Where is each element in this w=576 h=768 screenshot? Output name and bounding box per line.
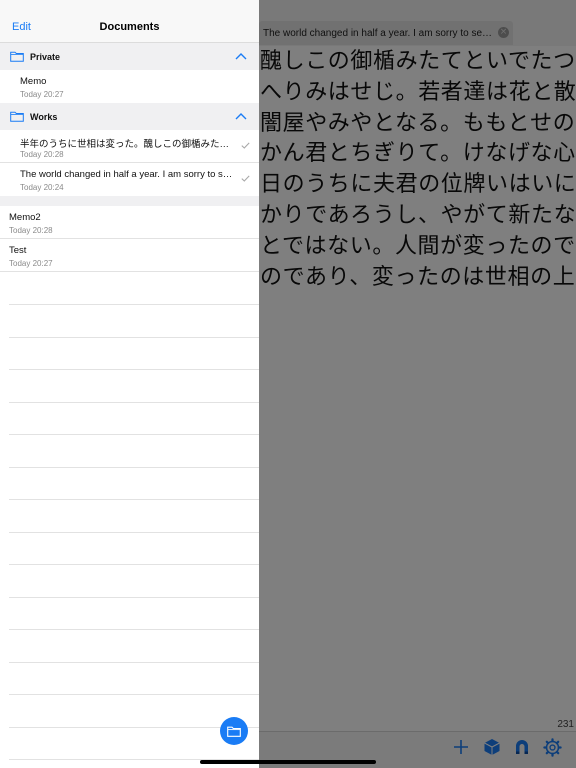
empty-row-divider	[9, 499, 259, 500]
empty-row-divider	[9, 369, 259, 370]
folder-icon	[10, 111, 24, 122]
folder-icon	[10, 51, 24, 62]
document-name: Memo2	[9, 212, 41, 223]
document-date: Today 20:28	[9, 226, 53, 235]
document-date: Today 20:27	[9, 259, 53, 268]
empty-row-divider	[9, 564, 259, 565]
group-name: Works	[30, 111, 58, 122]
chevron-up-icon[interactable]	[235, 112, 247, 120]
navigation-bar: Edit Documents	[0, 0, 259, 43]
empty-row-divider	[9, 402, 259, 403]
empty-row-divider	[9, 597, 259, 598]
document-item-memo2[interactable]: Memo2 Today 20:28	[0, 206, 259, 239]
group-header-works[interactable]: Works	[0, 103, 259, 130]
empty-row-divider	[9, 434, 259, 435]
empty-row-divider	[9, 662, 259, 663]
group-header-private[interactable]: Private	[0, 43, 259, 70]
empty-row-divider	[9, 629, 259, 630]
document-item-works-jp[interactable]: 半年のうちに世相は変った。醜しこの御楯みたてといでた... Today 20:2…	[0, 130, 259, 163]
checkmark-icon	[241, 175, 250, 182]
documents-panel: Edit Documents Private Memo Today 20:27 …	[0, 0, 259, 768]
document-name: Test	[9, 245, 27, 256]
document-date: Today 20:27	[20, 90, 64, 99]
document-name: The world changed in half a year. I am s…	[20, 169, 233, 180]
checkmark-icon	[241, 142, 250, 149]
document-date: Today 20:28	[20, 150, 64, 159]
folder-icon	[227, 726, 241, 737]
empty-row-divider	[9, 694, 259, 695]
document-name: 半年のうちに世相は変った。醜しこの御楯みたてといでた...	[20, 139, 233, 150]
home-indicator[interactable]	[200, 760, 376, 764]
document-name: Memo	[20, 76, 47, 87]
group-name: Private	[30, 51, 61, 62]
empty-row-divider	[9, 532, 259, 533]
chevron-up-icon[interactable]	[235, 52, 247, 60]
ungrouped-documents: Memo2 Today 20:28 Test Today 20:27	[0, 206, 259, 272]
page-title: Documents	[99, 21, 160, 33]
empty-row-divider	[9, 337, 259, 338]
empty-row-divider	[9, 304, 259, 305]
section-spacer	[0, 196, 259, 206]
empty-row-divider	[9, 467, 259, 468]
new-folder-button[interactable]	[220, 717, 248, 745]
document-item-test[interactable]: Test Today 20:27	[0, 239, 259, 272]
document-date: Today 20:24	[20, 183, 64, 192]
document-item-works-en[interactable]: The world changed in half a year. I am s…	[0, 163, 259, 196]
document-item-memo[interactable]: Memo Today 20:27	[0, 70, 259, 103]
